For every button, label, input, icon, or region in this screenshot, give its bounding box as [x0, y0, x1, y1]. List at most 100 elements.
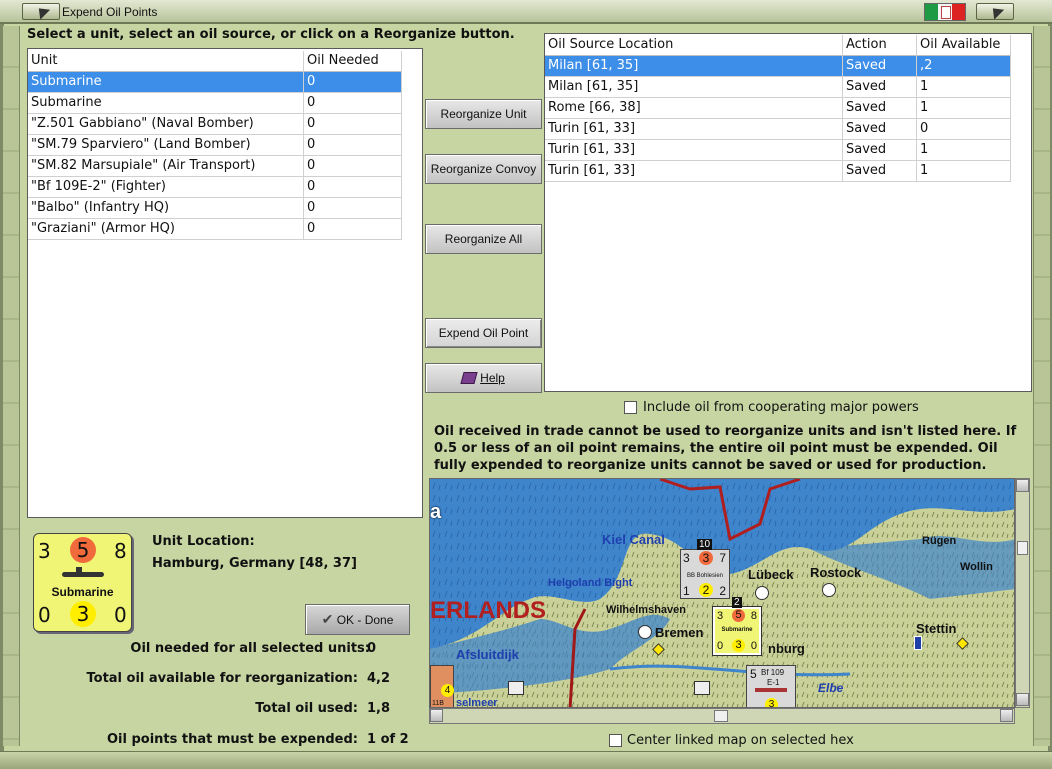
unit-table-row[interactable]: Submarine 0 [28, 93, 402, 114]
unit-table-row[interactable]: "Bf 109E-2" (Fighter) 0 [28, 177, 402, 198]
collapse-button[interactable] [22, 3, 60, 20]
help-label: Help [480, 371, 505, 385]
oil-table-row[interactable]: Turin [61, 33] Saved 0 [545, 119, 1011, 140]
ok-done-button[interactable]: ✔ OK - Done [305, 604, 410, 635]
center-map-checkbox[interactable] [609, 734, 622, 747]
table-cell: "Bf 109E-2" (Fighter) [28, 177, 304, 198]
stat-value: 4,2 [367, 671, 391, 686]
table-cell: Saved [843, 140, 917, 161]
counter-name: Submarine [721, 627, 753, 633]
table-cell: Saved [843, 98, 917, 119]
unit-table-row[interactable]: "Z.501 Gabbiano" (Naval Bomber) 0 [28, 114, 402, 135]
unit-table-row[interactable]: "Graziani" (Armor HQ) 0 [28, 219, 402, 240]
table-cell: 0 [304, 219, 402, 240]
horizontal-scroll-thumb[interactable] [714, 710, 728, 722]
table-cell: 0 [304, 198, 402, 219]
unit-table-row[interactable]: Submarine 0 [28, 72, 402, 93]
note-line: fully expended to reorganize units canno… [434, 458, 987, 473]
unit-table-header: Unit Oil Needed [28, 51, 402, 72]
stat-label: Total oil available for reorganization: [86, 671, 359, 686]
unit-table-row[interactable]: "SM.79 Sparviero" (Land Bomber) 0 [28, 135, 402, 156]
counter-value: 5 [732, 609, 745, 622]
title-bar: Expend Oil Points [0, 0, 1052, 24]
stack-count: 10 [697, 539, 713, 550]
window-menu-button[interactable] [976, 3, 1014, 20]
port-icon [755, 586, 769, 600]
counter-name: Bf 109 [761, 668, 785, 677]
oil-table-row[interactable]: Milan [61, 35] Saved ,2 [545, 56, 1011, 77]
scroll-up-button[interactable] [1016, 479, 1029, 492]
map-counter-battleship[interactable]: 10 3 3 7 BB Bohlesien 1 2 2 [680, 539, 730, 599]
map-counter-submarine-selected[interactable]: 2 3 5 8 Submarine 0 3 0 [712, 597, 762, 656]
oil-table-row[interactable]: Turin [61, 33] Saved 1 [545, 140, 1011, 161]
counter-value: 3 [765, 698, 778, 707]
help-button[interactable]: Help [425, 363, 542, 393]
scroll-down-button[interactable] [1016, 693, 1029, 706]
map-label-wilhelmshaven: Wilhelmshaven [606, 604, 686, 616]
include-oil-label: Include oil from cooperating major power… [643, 400, 919, 415]
map-label-bremen: Bremen [655, 625, 704, 640]
map-label-rostock: Rostock [810, 565, 862, 580]
unit-table-row[interactable]: "SM.82 Marsupiale" (Air Transport) 0 [28, 156, 402, 177]
table-cell: 0 [917, 119, 1011, 140]
map-label-stettin: Stettin [916, 621, 957, 636]
map-label-afsluitdijk: Afsluitdijk [456, 647, 519, 662]
counter-value: 0 [750, 640, 757, 652]
unit-table: Unit Oil Needed Submarine 0 Submarine 0 "Z.5… [27, 48, 423, 518]
map-vertical-scrollbar[interactable] [1015, 478, 1030, 708]
reorganize-unit-button[interactable]: Reorganize Unit [425, 99, 542, 129]
oil-table-row[interactable]: Turin [61, 33] Saved 1 [545, 161, 1011, 182]
window-title: Expend Oil Points [62, 5, 158, 19]
map-label-hamburg: nburg [768, 641, 805, 656]
oil-table-row[interactable]: Rome [66, 38] Saved 1 [545, 98, 1011, 119]
oil-note: Oil received in trade cannot be used to … [434, 423, 1016, 474]
counter-name: BB Bohlesien [686, 573, 724, 579]
table-cell: ,2 [917, 56, 1011, 77]
table-cell: 0 [304, 93, 402, 114]
column-header-action[interactable]: Action [843, 35, 917, 56]
unit-table-row[interactable]: "Balbo" (Infantry HQ) 0 [28, 198, 402, 219]
table-cell: 0 [304, 135, 402, 156]
table-cell: Saved [843, 161, 917, 182]
stat-value: 1 of 2 [367, 732, 409, 747]
column-header-oil-needed[interactable]: Oil Needed [304, 51, 402, 72]
counter-value: 1 [683, 584, 690, 598]
map-label-elbe: Elbe [818, 681, 844, 695]
expend-oil-point-button[interactable]: Expend Oil Point [425, 318, 542, 348]
book-icon [460, 372, 478, 384]
column-header-unit[interactable]: Unit [28, 51, 304, 72]
ok-done-label: OK - Done [336, 613, 394, 627]
map-label-wollin: Wollin [960, 561, 993, 573]
map-horizontal-scrollbar[interactable] [429, 708, 1015, 724]
include-oil-checkbox[interactable] [624, 401, 637, 414]
column-header-oil-available[interactable]: Oil Available [917, 35, 1011, 56]
center-map-label: Center linked map on selected hex [627, 733, 854, 748]
scroll-left-button[interactable] [430, 709, 443, 722]
oil-table-row[interactable]: Milan [61, 35] Saved 1 [545, 77, 1011, 98]
reorganize-all-button[interactable]: Reorganize All [425, 224, 542, 254]
counter-strength: 5 [70, 537, 96, 563]
reorganize-convoy-button[interactable]: Reorganize Convoy [425, 154, 542, 184]
linked-map[interactable]: a Kiel Canal Helgoland Bight Wilhelmshav… [429, 478, 1015, 708]
table-cell: Saved [843, 56, 917, 77]
map-label-nederlands: ERLANDS [430, 597, 547, 624]
vertical-scroll-thumb[interactable] [1017, 541, 1028, 555]
map-counter-partial[interactable]: 4 11B [430, 665, 454, 707]
table-cell: 0 [304, 177, 402, 198]
scroll-right-button[interactable] [1000, 709, 1013, 722]
table-cell: "Z.501 Gabbiano" (Naval Bomber) [28, 114, 304, 135]
map-label-rugen: Rügen [922, 535, 957, 547]
table-cell: "Balbo" (Infantry HQ) [28, 198, 304, 219]
table-cell: "SM.79 Sparviero" (Land Bomber) [28, 135, 304, 156]
column-header-oil-source[interactable]: Oil Source Location [545, 35, 843, 56]
left-frame-strip [2, 26, 20, 746]
stat-value: 1,8 [367, 701, 391, 716]
map-counter-bf109[interactable]: 5 Bf 109 E-1 3 [746, 665, 796, 707]
counter-value: 0 [717, 640, 724, 652]
table-cell: 1 [917, 140, 1011, 161]
stat-value: 0 [367, 641, 377, 656]
table-cell: Saved [843, 77, 917, 98]
table-cell: 0 [304, 72, 402, 93]
map-label-ijsselmeer: selmeer [456, 697, 498, 708]
counter-value: 3 [717, 610, 724, 622]
